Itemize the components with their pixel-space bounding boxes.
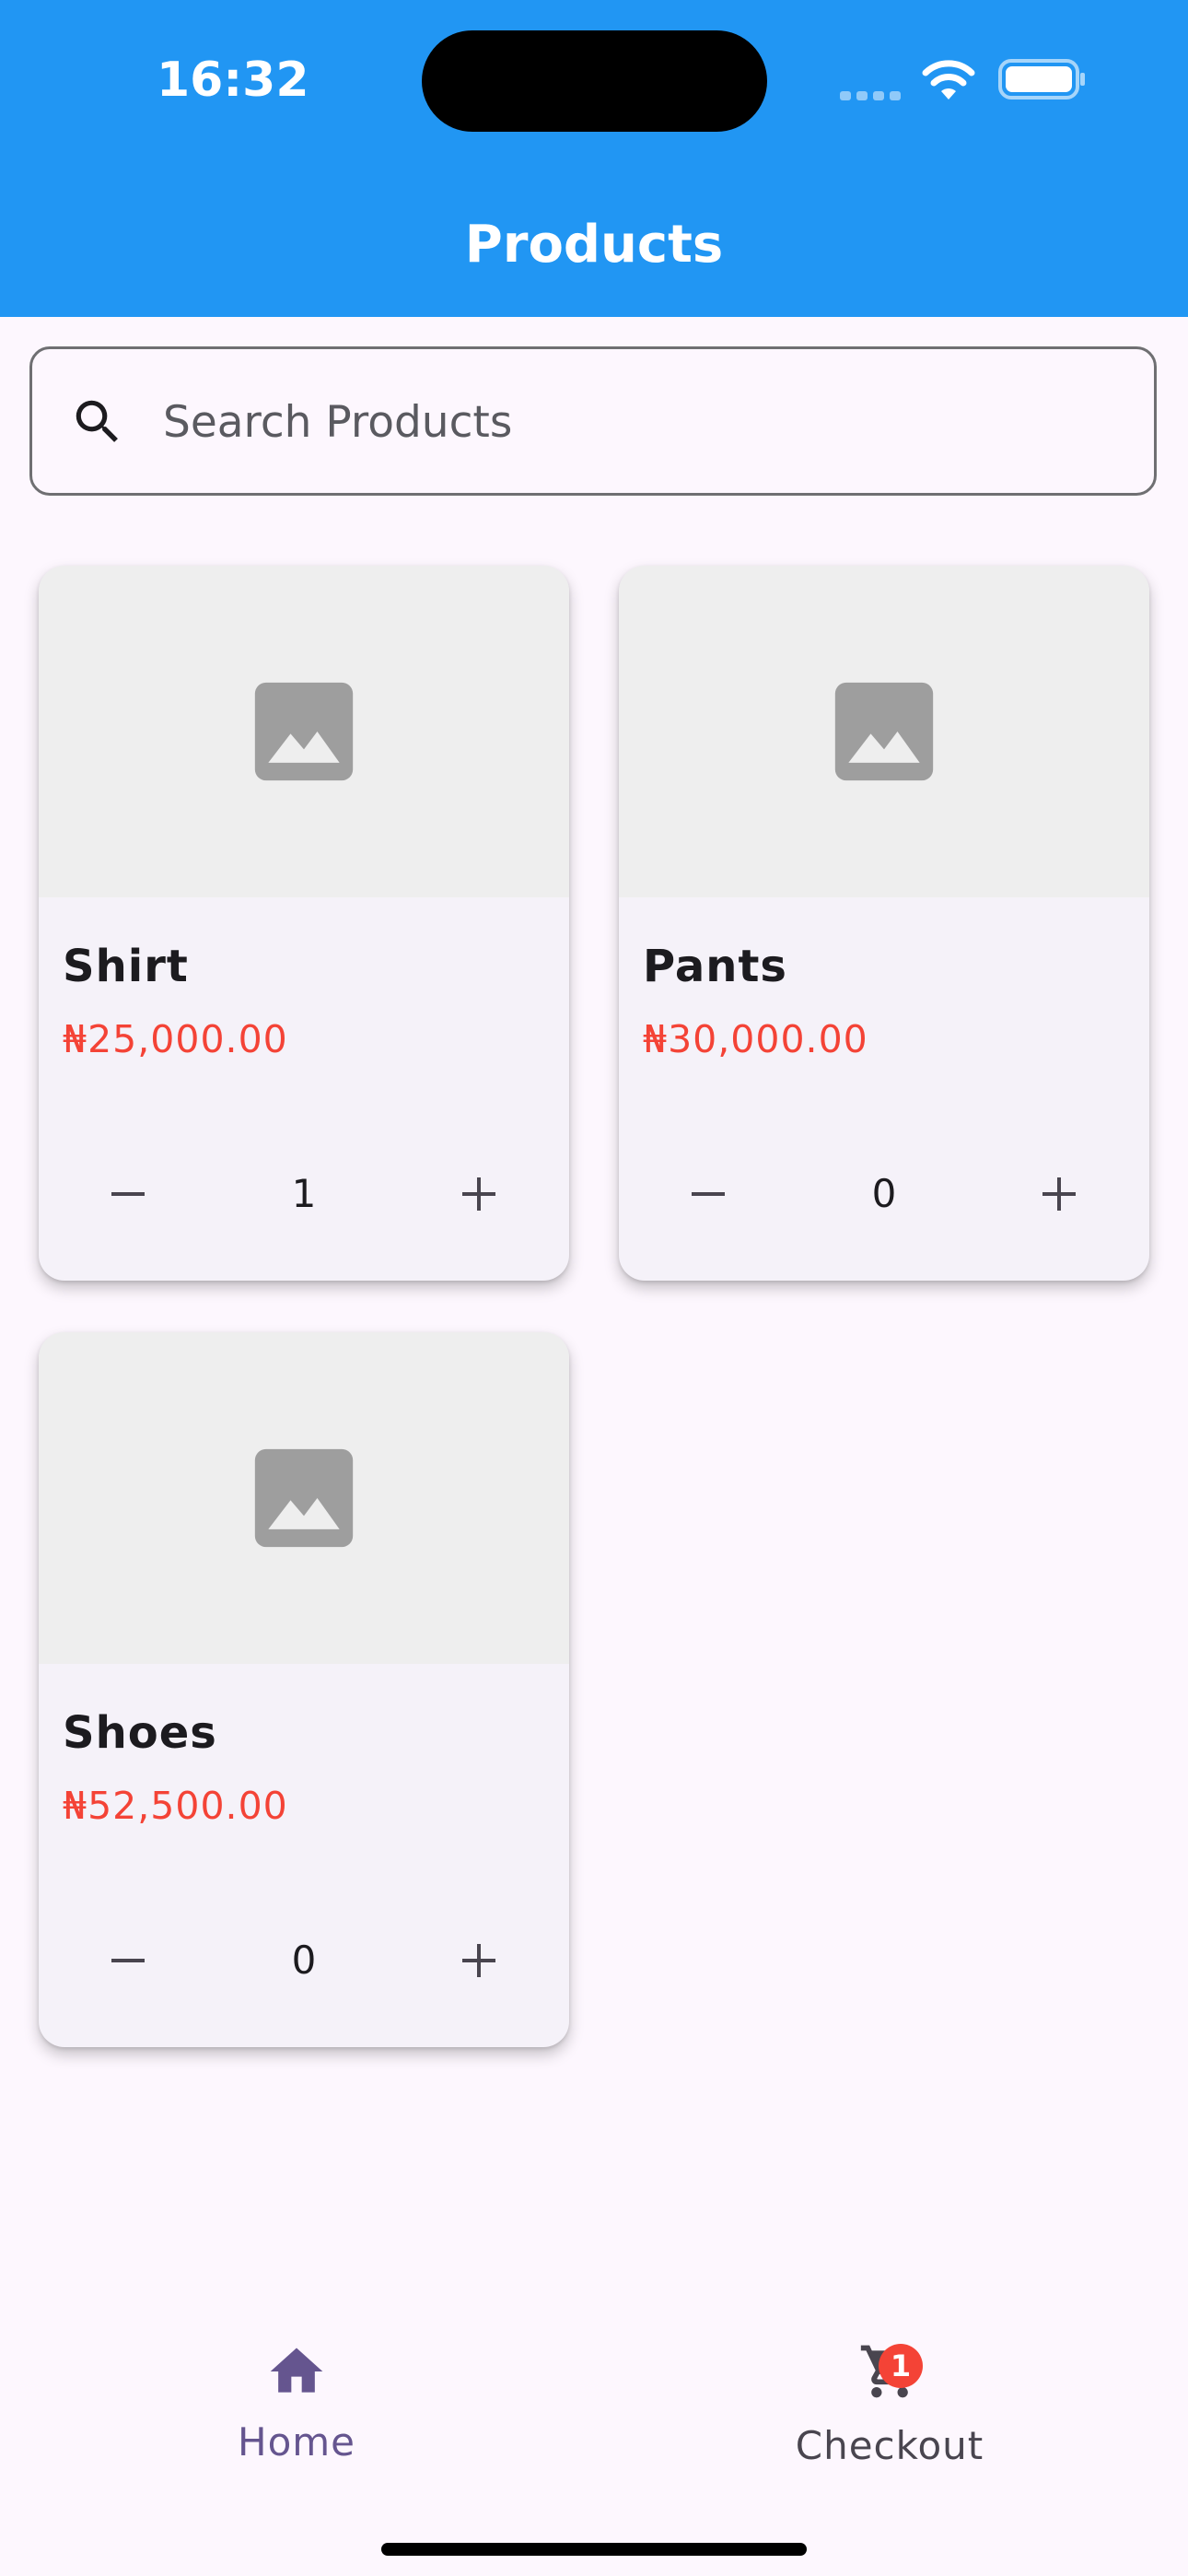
product-price: ₦25,000.00 — [63, 1017, 288, 1061]
increment-button[interactable] — [433, 1148, 525, 1240]
page-title: Products — [464, 215, 724, 275]
home-indicator — [381, 2543, 807, 2556]
product-card-pants[interactable]: Pants ₦30,000.00 0 — [619, 566, 1149, 1281]
plus-icon — [462, 1944, 495, 1977]
minus-icon — [692, 1192, 725, 1196]
quantity-value: 0 — [871, 1171, 897, 1216]
battery-icon — [998, 59, 1085, 100]
product-image — [619, 566, 1149, 897]
search-field[interactable] — [29, 346, 1157, 496]
product-card-shoes[interactable]: Shoes ₦52,500.00 0 — [39, 1332, 569, 2047]
search-input[interactable] — [161, 382, 1123, 462]
product-image — [39, 566, 569, 897]
app-bar: 16:32 Products — [0, 0, 1188, 317]
cellular-signal-icon — [840, 87, 906, 100]
increment-button[interactable] — [1013, 1148, 1105, 1240]
product-name: Shirt — [63, 941, 189, 992]
plus-icon — [1042, 1177, 1076, 1211]
product-name: Shoes — [63, 1707, 217, 1759]
nav-label-home: Home — [237, 2419, 356, 2465]
image-placeholder-icon — [254, 682, 354, 781]
home-icon — [270, 2348, 323, 2393]
product-price: ₦52,500.00 — [63, 1784, 288, 1828]
dynamic-island — [422, 30, 767, 132]
product-price: ₦30,000.00 — [643, 1017, 868, 1061]
decrement-button[interactable] — [82, 1148, 174, 1240]
decrement-button[interactable] — [662, 1148, 754, 1240]
product-card-shirt[interactable]: Shirt ₦25,000.00 1 — [39, 566, 569, 1281]
status-time: 16:32 — [157, 53, 309, 108]
quantity-value: 1 — [291, 1171, 317, 1216]
bottom-navigation: Home 1 Checkout — [0, 2285, 1188, 2576]
nav-label-checkout: Checkout — [795, 2423, 984, 2468]
wifi-icon — [922, 60, 975, 100]
product-image — [39, 1332, 569, 1664]
cart-count-badge: 1 — [879, 2344, 923, 2388]
image-placeholder-icon — [254, 1448, 354, 1548]
minus-icon — [111, 1192, 145, 1196]
search-icon — [76, 400, 118, 442]
image-placeholder-icon — [834, 682, 934, 781]
minus-icon — [111, 1959, 145, 1962]
nav-item-home[interactable]: Home — [85, 2285, 508, 2506]
decrement-button[interactable] — [82, 1914, 174, 2007]
product-name: Pants — [643, 941, 787, 992]
quantity-value: 0 — [291, 1938, 317, 1983]
increment-button[interactable] — [433, 1914, 525, 2007]
plus-icon — [462, 1177, 495, 1211]
nav-item-checkout[interactable]: 1 Checkout — [678, 2285, 1101, 2506]
